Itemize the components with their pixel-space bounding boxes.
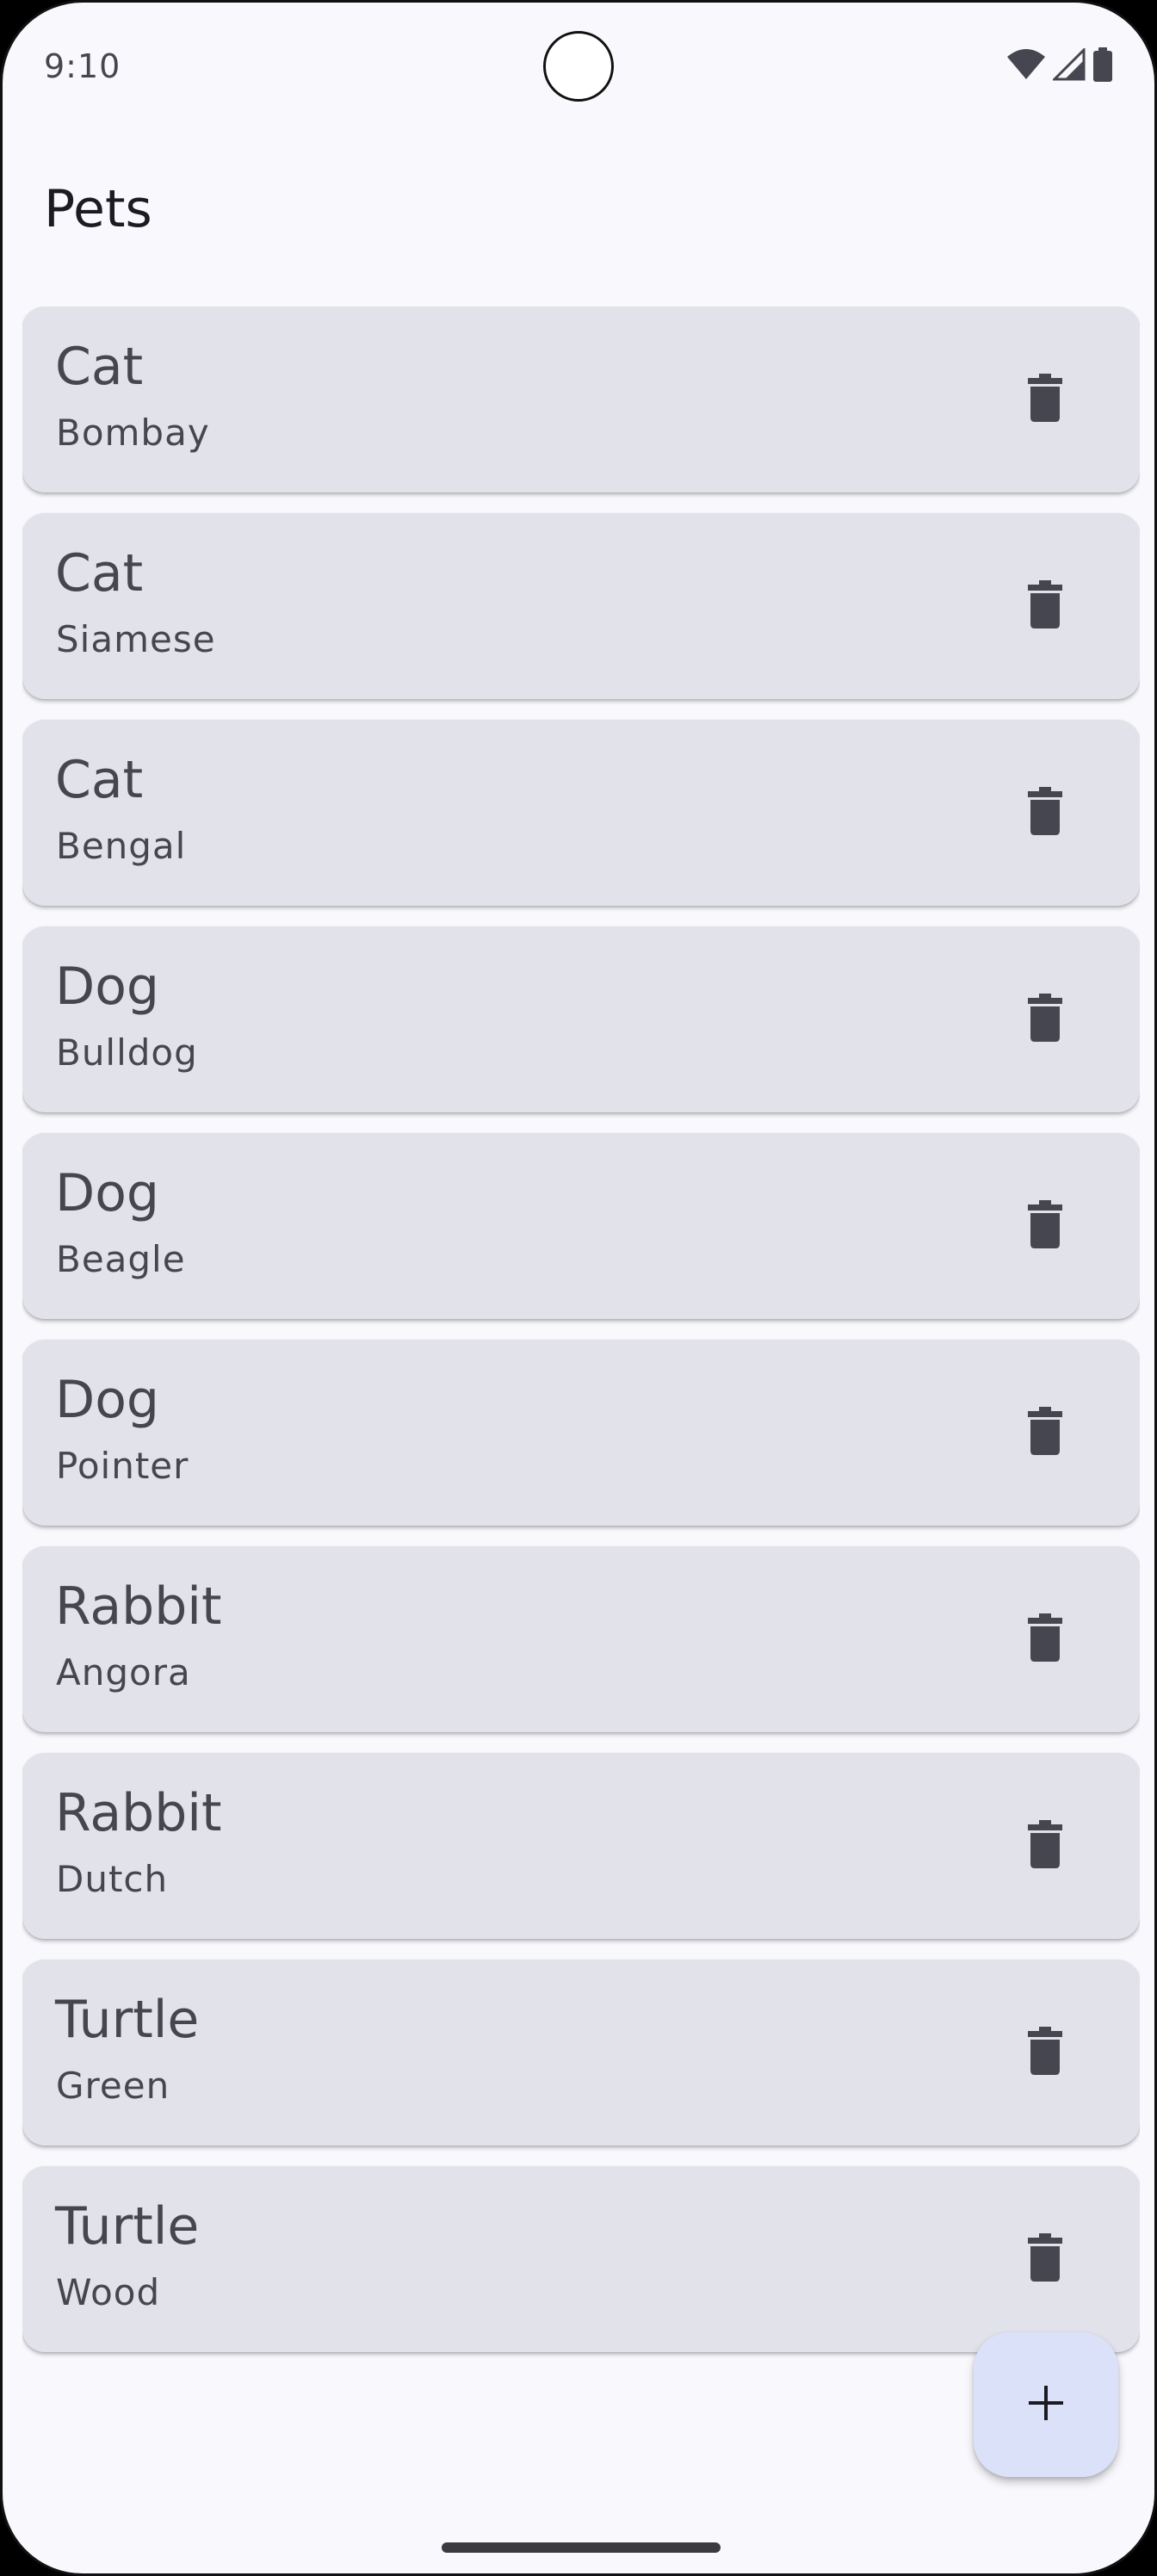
pet-type: Rabbit [55,1783,222,1843]
delete-icon [1028,1407,1062,1458]
pet-type: Cat [55,543,144,604]
battery-icon [1092,47,1113,85]
pet-card[interactable]: Cat Siamese [22,513,1140,699]
phone-screen: 9:10 Pets Cat Bombay Cat Siamese Cat Ben… [0,0,1157,2576]
pet-type: Dog [55,1370,159,1430]
delete-icon [1028,787,1062,839]
add-icon [1025,2382,1067,2427]
pet-breed: Green [56,2065,170,2107]
delete-pet-button[interactable] [1011,1398,1080,1467]
status-time: 9:10 [44,47,121,85]
pet-type: Rabbit [55,1576,222,1637]
pet-card[interactable]: Turtle Green [22,1960,1140,2146]
delete-pet-button[interactable] [1011,365,1080,434]
add-pet-button[interactable] [974,2332,1118,2477]
pet-breed: Wood [56,2271,161,2313]
camera-cutout [543,31,614,102]
signal-icon [1051,46,1086,84]
pet-card[interactable]: Turtle Wood [22,2166,1140,2352]
pet-breed: Pointer [56,1445,189,1487]
status-bar: 9:10 [3,3,1154,132]
delete-icon [1028,2233,1062,2285]
delete-icon [1028,1613,1062,1665]
status-icons [1006,46,1113,85]
delete-icon [1028,1820,1062,1872]
page-title: Pets [44,179,152,239]
delete-icon [1028,1200,1062,1252]
pet-type: Turtle [55,1990,200,2050]
pet-breed: Bombay [56,412,210,454]
pet-card[interactable]: Cat Bengal [22,720,1140,906]
delete-pet-button[interactable] [1011,1811,1080,1880]
delete-pet-button[interactable] [1011,985,1080,1054]
pet-breed: Siamese [56,618,216,660]
pet-card[interactable]: Dog Bulldog [22,926,1140,1112]
pet-type: Dog [55,1163,159,1223]
delete-pet-button[interactable] [1011,1192,1080,1260]
pet-card[interactable]: Dog Pointer [22,1340,1140,1526]
pet-breed: Dutch [56,1858,169,1900]
wifi-icon [1006,48,1046,84]
delete-icon [1028,2027,1062,2078]
delete-pet-button[interactable] [1011,572,1080,641]
delete-icon [1028,580,1062,632]
delete-icon [1028,994,1062,1045]
delete-pet-button[interactable] [1011,1605,1080,1674]
pet-type: Cat [55,337,144,397]
pet-card[interactable]: Cat Bombay [22,307,1140,492]
delete-icon [1028,374,1062,425]
pet-breed: Bulldog [56,1031,198,1074]
pet-card[interactable]: Dog Beagle [22,1133,1140,1319]
pet-breed: Beagle [56,1238,186,1280]
delete-pet-button[interactable] [1011,2018,1080,2087]
pet-type: Turtle [55,2196,200,2257]
delete-pet-button[interactable] [1011,2225,1080,2294]
gesture-navigation-bar[interactable] [442,2542,721,2553]
pet-breed: Angora [56,1651,191,1694]
pet-card[interactable]: Rabbit Dutch [22,1753,1140,1939]
pet-breed: Bengal [56,825,187,867]
pet-list[interactable]: Cat Bombay Cat Siamese Cat Bengal Dog Bulldog Do… [22,307,1140,2366]
pet-card[interactable]: Rabbit Angora [22,1546,1140,1732]
delete-pet-button[interactable] [1011,778,1080,847]
pet-type: Dog [55,957,159,1017]
pet-type: Cat [55,750,144,810]
